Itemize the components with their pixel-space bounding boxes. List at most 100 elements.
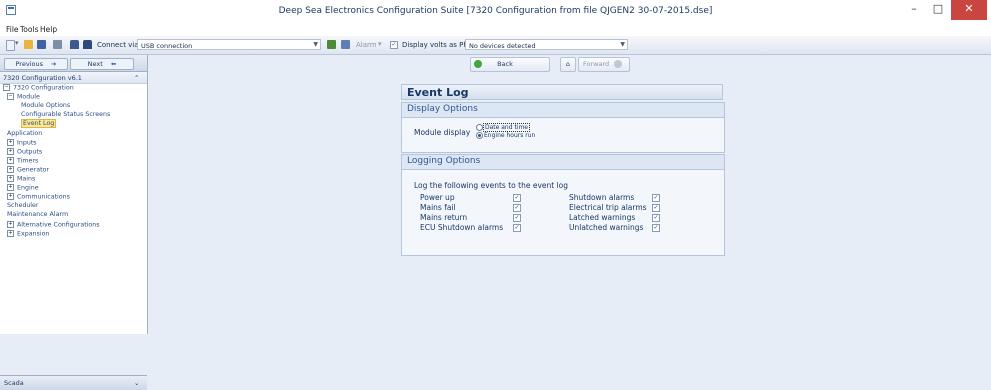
- tree-item[interactable]: + Engine: [7, 184, 39, 192]
- collapse-node-icon[interactable]: −: [3, 84, 10, 91]
- write-to-module-icon[interactable]: [83, 40, 92, 49]
- tree-item[interactable]: Event Log: [21, 119, 57, 129]
- tree-item-label: Configurable Status Screens: [21, 111, 111, 119]
- new-file-icon[interactable]: [6, 40, 15, 51]
- open-folder-icon[interactable]: [24, 40, 33, 49]
- minimize-button[interactable]: –: [902, 0, 926, 20]
- log-event-checkbox[interactable]: ✓: [513, 224, 521, 232]
- connection-select[interactable]: USB connection ▼: [137, 39, 321, 50]
- expand-node-icon[interactable]: +: [7, 138, 14, 146]
- home-icon: ⌂: [565, 60, 571, 68]
- expand-node-icon[interactable]: +: [7, 193, 14, 201]
- expand-node-icon[interactable]: +: [7, 175, 14, 182]
- menu-bar: File Tools Help: [0, 22, 991, 36]
- connection-value: USB connection: [141, 42, 193, 50]
- window-title: Deep Sea Electronics Configuration Suite…: [278, 6, 713, 16]
- logging-intro-text: Log the following events to the event lo…: [414, 181, 569, 190]
- tree-item[interactable]: + Communications: [7, 193, 70, 201]
- forward-label: Forward: [583, 60, 610, 68]
- tree-item[interactable]: Configurable Status Screens: [21, 111, 110, 118]
- scada-icon[interactable]: [341, 40, 350, 49]
- next-button[interactable]: Next ⬅: [70, 58, 134, 70]
- tree-item[interactable]: + Outputs: [7, 147, 43, 156]
- log-event-checkbox[interactable]: ✓: [652, 224, 660, 232]
- tree-item-label: Scheduler: [7, 202, 39, 210]
- maximize-button[interactable]: □: [926, 0, 950, 20]
- log-event-checkbox[interactable]: ✓: [652, 214, 660, 222]
- back-button[interactable]: Back: [470, 57, 550, 72]
- devices-select[interactable]: No devices detected ▼: [465, 39, 628, 50]
- log-event-checkbox[interactable]: ✓: [652, 204, 660, 212]
- display-volts-checkbox[interactable]: ✓: [390, 41, 398, 49]
- log-event-checkbox[interactable]: ✓: [513, 214, 521, 222]
- print-icon[interactable]: [53, 40, 62, 49]
- devices-value: No devices detected: [469, 42, 536, 50]
- expand-node-icon[interactable]: +: [7, 220, 14, 228]
- tree-item-label: Outputs: [17, 148, 43, 156]
- tree-item[interactable]: Module Options: [21, 102, 70, 109]
- collapse-icon[interactable]: ⌃: [134, 74, 139, 82]
- tree-item[interactable]: + Mains: [7, 175, 35, 183]
- engine-hours-radio[interactable]: [476, 132, 483, 139]
- logging-options-title: Logging Options: [407, 156, 481, 166]
- logging-options-header: Logging Options: [402, 155, 724, 170]
- back-arrow-icon: [474, 60, 482, 68]
- tree-item-label: Engine: [17, 184, 39, 192]
- tree-item-label: Expansion: [17, 230, 50, 238]
- expand-node-icon[interactable]: +: [7, 165, 14, 173]
- tree-item[interactable]: + Timers: [7, 156, 38, 164]
- tree-item[interactable]: + Alternative Configurations: [7, 220, 100, 228]
- display-options-title: Display Options: [407, 104, 478, 114]
- connect-icon[interactable]: [327, 40, 336, 49]
- tree-item-label: Communications: [17, 193, 70, 201]
- date-and-time-radio[interactable]: [476, 124, 483, 131]
- arrow-right-icon: ➜: [51, 60, 57, 68]
- alarm-dropdown-icon[interactable]: ▾: [378, 40, 382, 48]
- event-log-header: Event Log: [401, 84, 723, 100]
- tree-item-label: Inputs: [17, 139, 37, 147]
- home-button[interactable]: ⌂: [560, 57, 576, 72]
- menu-file[interactable]: File: [6, 25, 19, 34]
- save-icon[interactable]: [37, 40, 46, 49]
- log-event-label: Power up: [420, 193, 455, 202]
- engine-hours-label[interactable]: Engine hours run: [484, 132, 535, 139]
- log-event-label: Latched warnings: [569, 213, 636, 222]
- date-and-time-label[interactable]: Date and time: [483, 123, 530, 132]
- log-event-checkbox[interactable]: ✓: [513, 204, 521, 212]
- menu-help[interactable]: Help: [40, 25, 57, 34]
- menu-tools[interactable]: Tools: [20, 25, 38, 34]
- configuration-header-label: 7320 Configuration v6.1: [3, 74, 82, 82]
- log-event-checkbox[interactable]: ✓: [513, 194, 521, 202]
- tree-item[interactable]: Application: [7, 130, 42, 137]
- forward-button[interactable]: Forward: [578, 57, 630, 72]
- page-title: Event Log: [407, 86, 469, 99]
- tree-item[interactable]: + Generator: [7, 165, 49, 173]
- close-button[interactable]: ✕: [951, 0, 987, 20]
- back-label: Back: [497, 60, 513, 68]
- tree-item[interactable]: Maintenance Alarm: [7, 211, 68, 218]
- log-event-label: Mains return: [420, 213, 468, 222]
- expand-node-icon[interactable]: +: [7, 229, 14, 237]
- collapse-node-icon[interactable]: −: [7, 93, 14, 101]
- previous-button[interactable]: Previous ➜: [4, 58, 68, 70]
- log-event-label: ECU Shutdown alarms: [420, 223, 504, 232]
- new-dropdown-arrow-icon[interactable]: ▾: [15, 39, 19, 47]
- tree-item[interactable]: −7320 Configuration: [3, 84, 74, 92]
- expand-node-icon[interactable]: +: [7, 147, 14, 155]
- tree-item[interactable]: + Expansion: [7, 229, 50, 238]
- expand-node-icon[interactable]: +: [7, 184, 14, 192]
- read-from-module-icon[interactable]: [70, 40, 79, 49]
- tree-item[interactable]: − Module: [7, 93, 40, 101]
- configuration-header[interactable]: 7320 Configuration v6.1 ⌃: [0, 72, 147, 84]
- expand-icon[interactable]: ⌄: [134, 379, 139, 387]
- scada-section[interactable]: Scada ⌄: [0, 375, 147, 390]
- connect-via-label: Connect via: [97, 41, 139, 49]
- expand-node-icon[interactable]: +: [7, 156, 14, 164]
- log-event-checkbox[interactable]: ✓: [652, 194, 660, 202]
- tree-item-label: Application: [7, 129, 43, 137]
- tree-item-label: Module Options: [21, 102, 71, 110]
- display-options-header: Display Options: [402, 103, 724, 118]
- alarm-label[interactable]: Alarm: [356, 41, 377, 49]
- tree-item[interactable]: Scheduler: [7, 202, 39, 209]
- tree-item[interactable]: + Inputs: [7, 138, 37, 147]
